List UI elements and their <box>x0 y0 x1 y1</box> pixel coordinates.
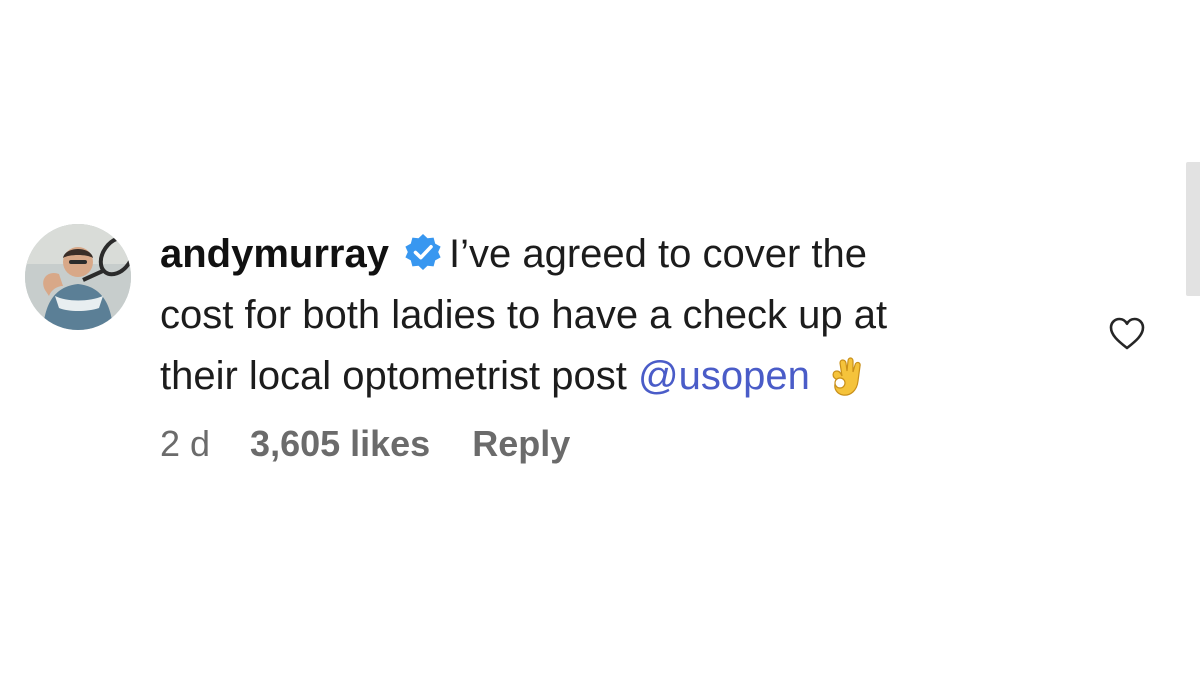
reply-button[interactable]: Reply <box>472 420 570 468</box>
likes-count[interactable]: 3,605 likes <box>250 420 430 468</box>
heart-icon[interactable] <box>1108 316 1146 352</box>
comment-text-part-3: their local optometrist post <box>160 354 627 398</box>
comment-timestamp: 2 d <box>160 423 211 464</box>
comment-line-1: andymurray I’ve agreed to cover the <box>160 224 1060 285</box>
scrollbar[interactable] <box>1186 162 1200 296</box>
profile-photo <box>25 224 131 330</box>
mention-link[interactable]: @usopen <box>638 354 810 398</box>
comment-text-part-2: cost for both ladies to have a check up … <box>160 293 888 337</box>
avatar[interactable] <box>25 224 131 330</box>
username[interactable]: andymurray <box>160 232 389 276</box>
comment-line-3: their local optometrist post @usopen <box>160 346 1060 407</box>
comment-meta: 2 d 3,605 likes Reply <box>160 420 570 468</box>
comment-text-part-1: I’ve agreed to cover the <box>448 232 868 276</box>
verified-badge-icon <box>403 229 443 270</box>
ok-hand-emoji <box>828 354 862 396</box>
comment-item: andymurray I’ve agreed to cover the cost… <box>0 0 1200 675</box>
comment-body: andymurray I’ve agreed to cover the cost… <box>160 224 1060 407</box>
